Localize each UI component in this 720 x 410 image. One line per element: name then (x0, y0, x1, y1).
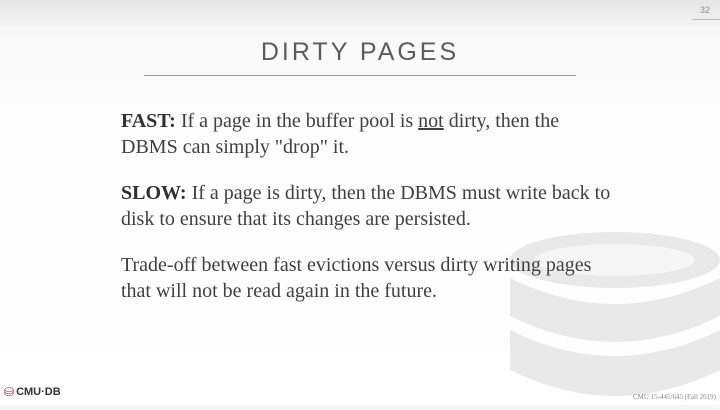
top-bar (0, 0, 720, 26)
fast-text-pre: If a page in the buffer pool is (175, 110, 419, 132)
slide-number-rule (692, 19, 720, 20)
title-underline (144, 75, 576, 76)
slow-text: If a page is dirty, then the DBMS must w… (121, 182, 611, 230)
fast-text-underlined: not (418, 110, 444, 132)
paragraph-slow: SLOW: If a page is dirty, then the DBMS … (121, 180, 611, 232)
fast-label: FAST: (121, 110, 176, 132)
slide-number: 32 (699, 5, 710, 15)
cmu-db-logo: ⛁ CMU·DB (4, 385, 61, 399)
slow-label: SLOW: (121, 182, 187, 204)
slide-content: FAST: If a page in the buffer pool is no… (121, 108, 611, 324)
logo-text: CMU·DB (16, 386, 61, 398)
paragraph-tradeoff: Trade-off between fast evictions versus … (121, 254, 592, 302)
paragraph-fast: FAST: If a page in the buffer pool is no… (121, 108, 611, 160)
cmu-db-logo-icon: ⛁ (4, 385, 15, 399)
course-footer: CMU 15-445/645 (Fall 2019) (632, 393, 716, 401)
slide-title: DIRTY PAGES (260, 38, 460, 66)
